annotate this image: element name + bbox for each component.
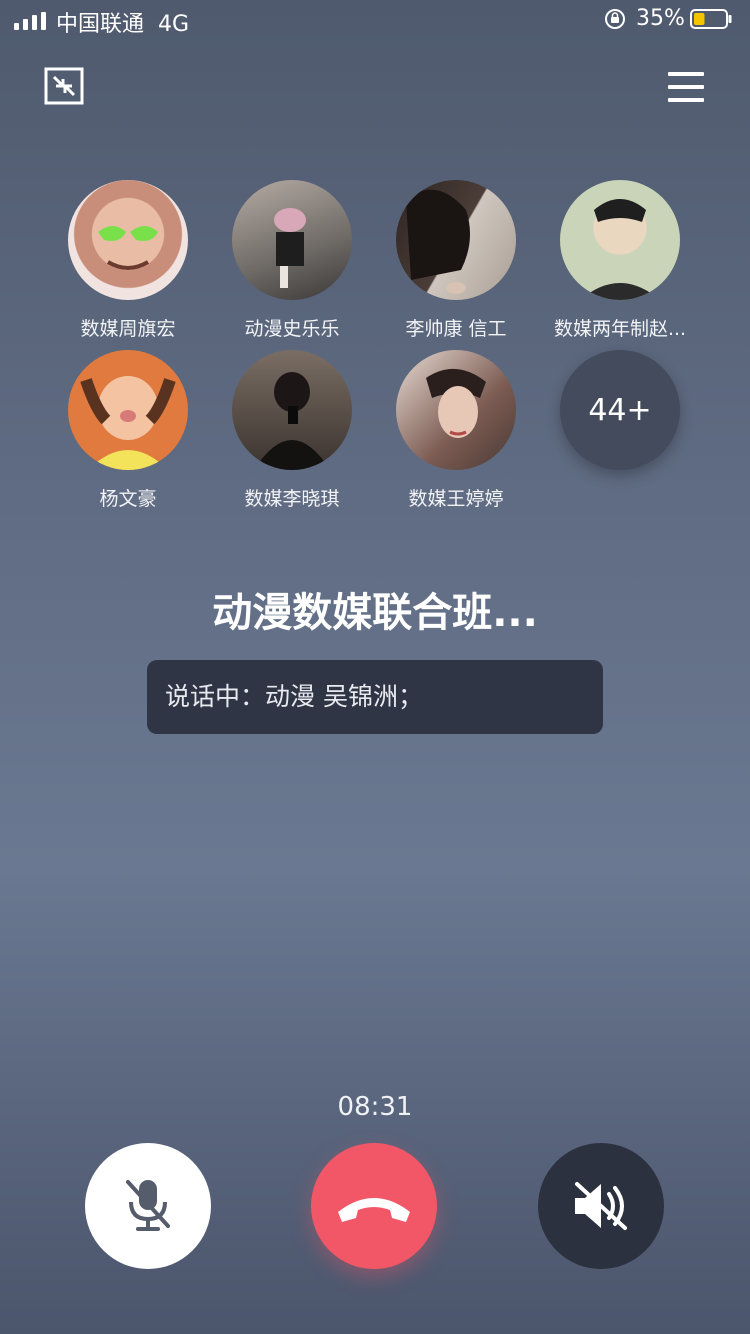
- participant-tile[interactable]: 李帅康 信工: [374, 180, 538, 341]
- participant-name: 李帅康 信工: [405, 318, 507, 340]
- participant-tile[interactable]: 数媒两年制赵...: [538, 180, 702, 341]
- more-participants-button[interactable]: 44+: [538, 350, 702, 470]
- minimize-window-icon[interactable]: [44, 67, 84, 105]
- mute-microphone-button[interactable]: [85, 1143, 211, 1269]
- avatar: [68, 350, 188, 470]
- mute-speaker-button[interactable]: [538, 1143, 664, 1269]
- group-call-title: 动漫数媒联合班...: [212, 590, 538, 636]
- more-participants-count: 44+: [560, 350, 680, 470]
- participant-tile[interactable]: 杨文豪: [46, 350, 210, 511]
- participant-name: 数媒周旗宏: [80, 318, 176, 340]
- participant-name: 数媒李晓琪: [244, 488, 340, 510]
- battery-percent: 35%: [636, 6, 685, 31]
- hang-up-icon: [338, 1198, 410, 1222]
- rotation-lock-icon: [605, 9, 625, 29]
- menu-icon[interactable]: [667, 70, 705, 104]
- status-bar: 中国联通 4G 35%: [0, 0, 750, 42]
- speaking-indicator: 说话中：动漫 吴锦洲；: [147, 660, 603, 734]
- signal-strength-icon: [14, 12, 46, 30]
- avatar: [396, 180, 516, 300]
- participant-tile[interactable]: 数媒周旗宏: [46, 180, 210, 341]
- participant-name: 数媒王婷婷: [408, 488, 504, 510]
- participant-tile[interactable]: 数媒王婷婷: [374, 350, 538, 511]
- avatar: [68, 180, 188, 300]
- participant-grid: 数媒周旗宏 动漫史乐乐 李帅康 信工 数媒两年制赵... 杨文豪 数媒李晓琪 数…: [60, 180, 700, 520]
- participant-tile[interactable]: 动漫史乐乐: [210, 180, 374, 341]
- call-timer: 08:31: [337, 1092, 413, 1122]
- participant-name: 杨文豪: [99, 488, 157, 510]
- battery-icon: [690, 9, 732, 29]
- carrier-label: 中国联通 4G: [56, 12, 190, 37]
- avatar: [396, 350, 516, 470]
- hang-up-button[interactable]: [311, 1143, 437, 1269]
- participant-name: 数媒两年制赵...: [553, 318, 687, 340]
- microphone-muted-icon: [126, 1180, 170, 1231]
- participant-name: 动漫史乐乐: [244, 318, 340, 340]
- avatar: [232, 180, 352, 300]
- avatar: [560, 180, 680, 300]
- avatar: [232, 350, 352, 470]
- speaker-muted-icon: [575, 1182, 627, 1230]
- participant-tile[interactable]: 数媒李晓琪: [210, 350, 374, 511]
